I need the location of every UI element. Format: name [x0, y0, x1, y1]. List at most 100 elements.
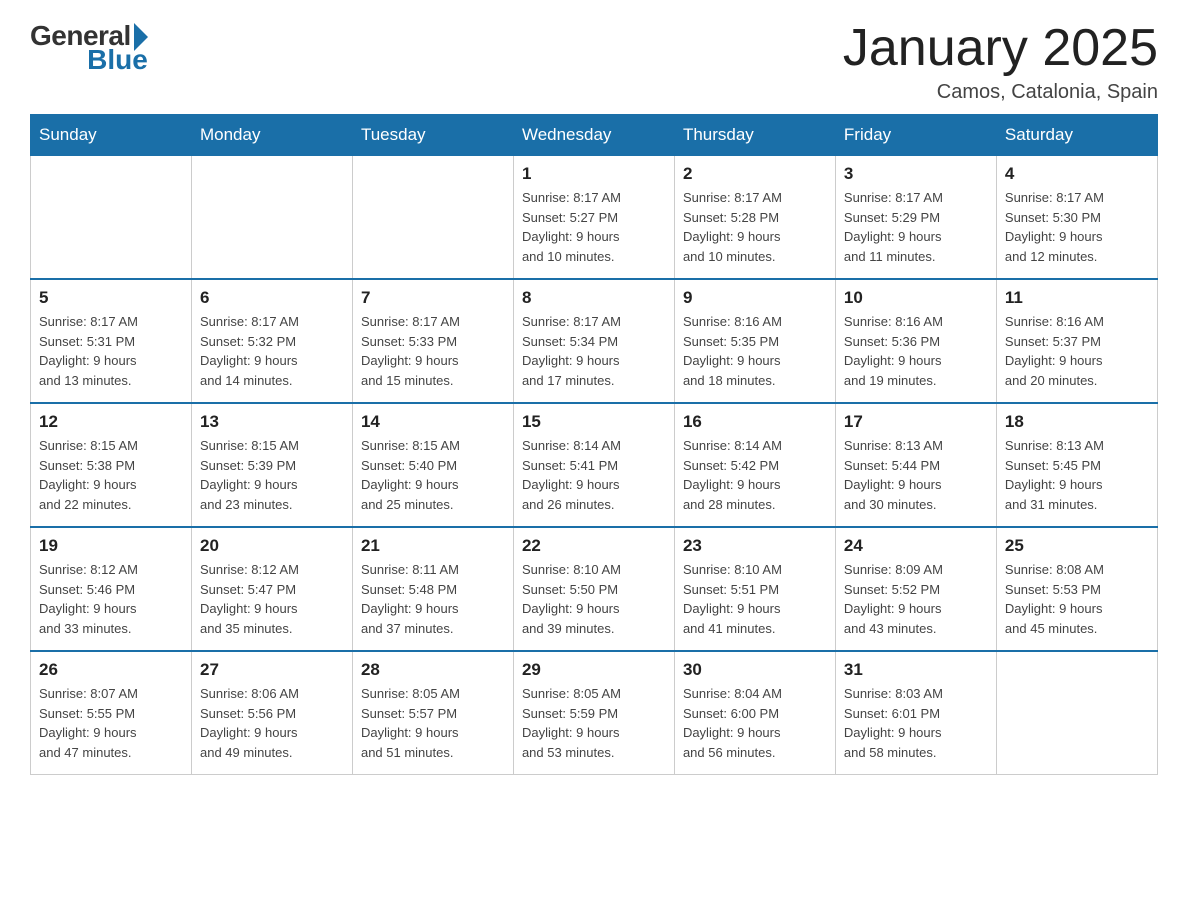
- day-info: Sunrise: 8:17 AMSunset: 5:33 PMDaylight:…: [361, 312, 505, 390]
- day-number: 15: [522, 412, 666, 432]
- calendar-day-cell: 20 Sunrise: 8:12 AMSunset: 5:47 PMDayligh…: [191, 527, 352, 651]
- day-number: 19: [39, 536, 183, 556]
- day-number: 7: [361, 288, 505, 308]
- day-info: Sunrise: 8:03 AMSunset: 6:01 PMDaylight:…: [844, 684, 988, 762]
- calendar-day-cell: 1 Sunrise: 8:17 AMSunset: 5:27 PMDaylight…: [513, 156, 674, 280]
- day-of-week-header: Wednesday: [513, 115, 674, 156]
- calendar-day-cell: [191, 156, 352, 280]
- calendar-day-cell: 5 Sunrise: 8:17 AMSunset: 5:31 PMDaylight…: [31, 279, 192, 403]
- calendar-day-cell: [996, 651, 1157, 775]
- day-number: 29: [522, 660, 666, 680]
- month-year-title: January 2025: [843, 20, 1158, 77]
- day-info: Sunrise: 8:13 AMSunset: 5:45 PMDaylight:…: [1005, 436, 1149, 514]
- day-of-week-header: Tuesday: [352, 115, 513, 156]
- calendar-day-cell: 3Sunrise: 8:17 AMSunset: 5:29 PMDaylight…: [835, 156, 996, 280]
- title-section: January 2025 Camos, Catalonia, Spain: [843, 20, 1158, 104]
- day-info: Sunrise: 8:09 AMSunset: 5:52 PMDaylight:…: [844, 560, 988, 638]
- logo: General Blue: [30, 20, 148, 76]
- day-number: 27: [200, 660, 344, 680]
- calendar-day-cell: 26 Sunrise: 8:07 AMSunset: 5:55 PMDayligh…: [31, 651, 192, 775]
- calendar-day-cell: 15 Sunrise: 8:14 AMSunset: 5:41 PMDayligh…: [513, 403, 674, 527]
- calendar-week-row: 1 Sunrise: 8:17 AMSunset: 5:27 PMDaylight…: [31, 156, 1158, 280]
- calendar-day-cell: 21 Sunrise: 8:11 AMSunset: 5:48 PMDayligh…: [352, 527, 513, 651]
- calendar-day-cell: 4Sunrise: 8:17 AMSunset: 5:30 PMDaylight…: [996, 156, 1157, 280]
- day-of-week-header: Saturday: [996, 115, 1157, 156]
- calendar-day-cell: 19 Sunrise: 8:12 AMSunset: 5:46 PMDayligh…: [31, 527, 192, 651]
- day-number: 6: [200, 288, 344, 308]
- calendar-day-cell: 18 Sunrise: 8:13 AMSunset: 5:45 PMDayligh…: [996, 403, 1157, 527]
- day-info: Sunrise: 8:16 AMSunset: 5:37 PMDaylight:…: [1005, 312, 1149, 390]
- calendar-day-cell: 23 Sunrise: 8:10 AMSunset: 5:51 PMDayligh…: [674, 527, 835, 651]
- calendar-week-row: 5 Sunrise: 8:17 AMSunset: 5:31 PMDaylight…: [31, 279, 1158, 403]
- day-info: Sunrise: 8:17 AMSunset: 5:27 PMDaylight:…: [522, 188, 666, 266]
- day-of-week-header: Friday: [835, 115, 996, 156]
- day-info: Sunrise: 8:04 AMSunset: 6:00 PMDaylight:…: [683, 684, 827, 762]
- day-number: 20: [200, 536, 344, 556]
- day-number: 8: [522, 288, 666, 308]
- calendar-day-cell: 28 Sunrise: 8:05 AMSunset: 5:57 PMDayligh…: [352, 651, 513, 775]
- day-number: 9: [683, 288, 827, 308]
- day-number: 24: [844, 536, 988, 556]
- calendar-day-cell: 9 Sunrise: 8:16 AMSunset: 5:35 PMDaylight…: [674, 279, 835, 403]
- day-info: Sunrise: 8:12 AMSunset: 5:47 PMDaylight:…: [200, 560, 344, 638]
- calendar-day-cell: 31 Sunrise: 8:03 AMSunset: 6:01 PMDayligh…: [835, 651, 996, 775]
- day-info: Sunrise: 8:15 AMSunset: 5:40 PMDaylight:…: [361, 436, 505, 514]
- day-number: 22: [522, 536, 666, 556]
- day-number: 10: [844, 288, 988, 308]
- calendar-day-cell: 25 Sunrise: 8:08 AMSunset: 5:53 PMDayligh…: [996, 527, 1157, 651]
- calendar-day-cell: 22 Sunrise: 8:10 AMSunset: 5:50 PMDayligh…: [513, 527, 674, 651]
- day-info: Sunrise: 8:17 AMSunset: 5:31 PMDaylight:…: [39, 312, 183, 390]
- day-number: 5: [39, 288, 183, 308]
- day-number: 14: [361, 412, 505, 432]
- calendar-day-cell: 27 Sunrise: 8:06 AMSunset: 5:56 PMDayligh…: [191, 651, 352, 775]
- day-number: 31: [844, 660, 988, 680]
- calendar-day-cell: 17 Sunrise: 8:13 AMSunset: 5:44 PMDayligh…: [835, 403, 996, 527]
- calendar-day-cell: 14 Sunrise: 8:15 AMSunset: 5:40 PMDayligh…: [352, 403, 513, 527]
- day-info: Sunrise: 8:16 AMSunset: 5:35 PMDaylight:…: [683, 312, 827, 390]
- day-info: Sunrise: 8:08 AMSunset: 5:53 PMDaylight:…: [1005, 560, 1149, 638]
- day-info: Sunrise: 8:12 AMSunset: 5:46 PMDaylight:…: [39, 560, 183, 638]
- logo-blue-text: Blue: [87, 44, 148, 76]
- calendar-week-row: 26 Sunrise: 8:07 AMSunset: 5:55 PMDayligh…: [31, 651, 1158, 775]
- day-info: Sunrise: 8:17 AMSunset: 5:32 PMDaylight:…: [200, 312, 344, 390]
- day-info: Sunrise: 8:05 AMSunset: 5:57 PMDaylight:…: [361, 684, 505, 762]
- day-info: Sunrise: 8:07 AMSunset: 5:55 PMDaylight:…: [39, 684, 183, 762]
- day-info: Sunrise: 8:14 AMSunset: 5:42 PMDaylight:…: [683, 436, 827, 514]
- calendar-day-cell: 30 Sunrise: 8:04 AMSunset: 6:00 PMDayligh…: [674, 651, 835, 775]
- day-number: 1: [522, 164, 666, 184]
- calendar-day-cell: [31, 156, 192, 280]
- day-info: Sunrise: 8:06 AMSunset: 5:56 PMDaylight:…: [200, 684, 344, 762]
- day-number: 25: [1005, 536, 1149, 556]
- day-number: 13: [200, 412, 344, 432]
- calendar-day-cell: 8 Sunrise: 8:17 AMSunset: 5:34 PMDaylight…: [513, 279, 674, 403]
- calendar-day-cell: 13 Sunrise: 8:15 AMSunset: 5:39 PMDayligh…: [191, 403, 352, 527]
- day-number: 18: [1005, 412, 1149, 432]
- day-info: Sunrise: 8:05 AMSunset: 5:59 PMDaylight:…: [522, 684, 666, 762]
- day-number: 17: [844, 412, 988, 432]
- day-info: Sunrise: 8:16 AMSunset: 5:36 PMDaylight:…: [844, 312, 988, 390]
- calendar-week-row: 12Sunrise: 8:15 AMSunset: 5:38 PMDayligh…: [31, 403, 1158, 527]
- day-info: Sunrise: 8:14 AMSunset: 5:41 PMDaylight:…: [522, 436, 666, 514]
- day-number: 30: [683, 660, 827, 680]
- day-number: 16: [683, 412, 827, 432]
- day-info: Sunrise: 8:15 AMSunset: 5:39 PMDaylight:…: [200, 436, 344, 514]
- calendar-week-row: 19 Sunrise: 8:12 AMSunset: 5:46 PMDayligh…: [31, 527, 1158, 651]
- calendar-table: SundayMondayTuesdayWednesdayThursdayFrid…: [30, 114, 1158, 775]
- calendar-day-cell: 7 Sunrise: 8:17 AMSunset: 5:33 PMDaylight…: [352, 279, 513, 403]
- day-number: 21: [361, 536, 505, 556]
- day-info: Sunrise: 8:10 AMSunset: 5:51 PMDaylight:…: [683, 560, 827, 638]
- day-number: 26: [39, 660, 183, 680]
- day-info: Sunrise: 8:17 AMSunset: 5:28 PMDaylight:…: [683, 188, 827, 266]
- day-info: Sunrise: 8:10 AMSunset: 5:50 PMDaylight:…: [522, 560, 666, 638]
- calendar-day-cell: 10 Sunrise: 8:16 AMSunset: 5:36 PMDayligh…: [835, 279, 996, 403]
- day-info: Sunrise: 8:13 AMSunset: 5:44 PMDaylight:…: [844, 436, 988, 514]
- day-number: 28: [361, 660, 505, 680]
- day-info: Sunrise: 8:17 AMSunset: 5:29 PMDaylight:…: [844, 188, 988, 266]
- day-info: Sunrise: 8:17 AMSunset: 5:34 PMDaylight:…: [522, 312, 666, 390]
- day-number: 23: [683, 536, 827, 556]
- calendar-day-cell: 11Sunrise: 8:16 AMSunset: 5:37 PMDayligh…: [996, 279, 1157, 403]
- day-info: Sunrise: 8:11 AMSunset: 5:48 PMDaylight:…: [361, 560, 505, 638]
- day-info: Sunrise: 8:15 AMSunset: 5:38 PMDaylight:…: [39, 436, 183, 514]
- calendar-header-row: SundayMondayTuesdayWednesdayThursdayFrid…: [31, 115, 1158, 156]
- day-of-week-header: Thursday: [674, 115, 835, 156]
